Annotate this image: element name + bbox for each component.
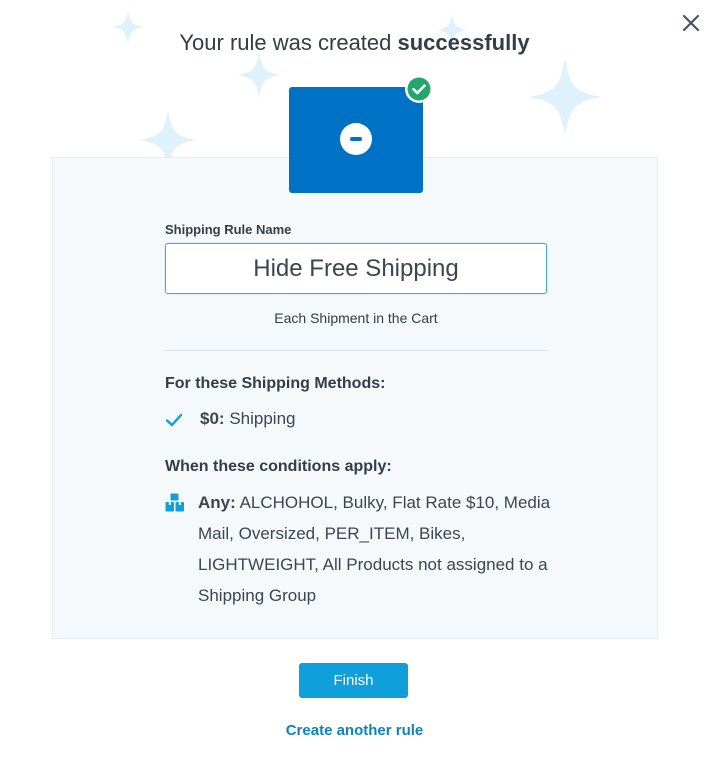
boxes-icon <box>165 493 184 512</box>
title-prefix: Your rule was created <box>179 30 398 55</box>
shipping-rule-name-input[interactable] <box>165 243 547 294</box>
create-another-rule-link[interactable]: Create another rule <box>0 722 709 739</box>
divider <box>165 350 547 351</box>
success-dialog: Your rule was created successfully Shipp… <box>0 0 709 777</box>
shipping-rule-name-label: Shipping Rule Name <box>165 222 292 237</box>
conditions-prefix: Any: <box>198 493 236 512</box>
shipping-method-price: $0: <box>200 409 225 428</box>
sparkle-icon <box>528 58 602 136</box>
minus-circle-icon <box>340 123 372 155</box>
title-emphasis: successfully <box>397 30 530 55</box>
sparkle-icon <box>237 52 281 98</box>
shipping-methods-heading: For these Shipping Methods: <box>165 375 386 392</box>
check-circle-icon <box>405 75 433 103</box>
check-icon <box>165 413 183 427</box>
conditions-heading: When these conditions apply: <box>165 458 392 475</box>
shipping-method-text: $0: Shipping <box>200 409 295 429</box>
conditions-text: Any: ALCHOHOL, Bulky, Flat Rate $10, Med… <box>198 487 558 611</box>
shipping-method-name: Shipping <box>229 409 296 428</box>
dialog-title: Your rule was created successfully <box>0 30 709 56</box>
rule-scope-text: Each Shipment in the Cart <box>274 310 438 326</box>
conditions-list: ALCHOHOL, Bulky, Flat Rate $10, Media Ma… <box>198 493 551 605</box>
finish-button[interactable]: Finish <box>299 663 408 698</box>
